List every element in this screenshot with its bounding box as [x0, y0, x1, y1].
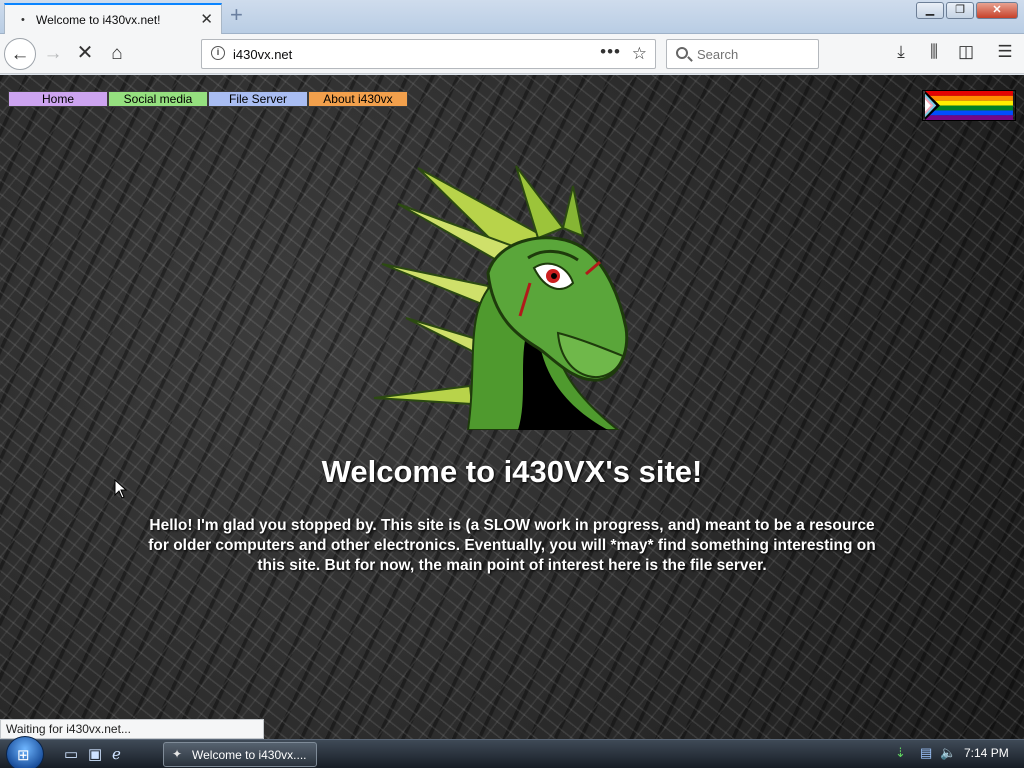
browser-window-icon: ✦ — [172, 747, 183, 761]
switch-windows-icon[interactable]: ▣ — [88, 745, 102, 763]
windows-taskbar: ⊞ ▭ ▣ ℯ ✦ Welcome to i430vx.... ⇣ ▤ 🔈 7:… — [0, 736, 1024, 768]
search-bar[interactable]: Search — [666, 39, 819, 69]
address-bar[interactable]: i i430vx.net ••• ☆ — [201, 39, 656, 69]
windows-logo-icon: ⊞ — [17, 747, 30, 764]
site-info-icon[interactable]: i — [211, 46, 225, 60]
close-window-button[interactable]: ✕ — [976, 2, 1018, 19]
search-icon — [676, 47, 688, 59]
sidebar-icon[interactable]: ◫ — [954, 42, 978, 62]
taskbar-browser-window[interactable]: ✦ Welcome to i430vx.... — [163, 742, 317, 767]
nav-home-link[interactable]: Home — [8, 91, 108, 107]
volume-muted-tray-icon[interactable]: 🔈 — [940, 745, 956, 761]
web-page: Home Social media File Server About i430… — [0, 75, 1024, 739]
nav-file-server-link[interactable]: File Server — [208, 91, 308, 107]
close-tab-icon[interactable]: ✕ — [200, 10, 213, 28]
url-text[interactable]: i430vx.net — [233, 47, 292, 62]
restore-button[interactable]: ❐ — [946, 2, 974, 19]
home-button[interactable]: ⌂ — [101, 38, 133, 70]
mouse-cursor-icon — [114, 479, 128, 499]
nav-social-media-link[interactable]: Social media — [108, 91, 208, 107]
forward-button[interactable]: → — [37, 38, 69, 70]
tab-title: Welcome to i430vx.net! — [36, 13, 161, 27]
browser-tab[interactable]: • Welcome to i430vx.net! ✕ — [4, 3, 222, 34]
site-nav-menu: Home Social media File Server About i430… — [8, 91, 408, 107]
pride-flag-icon — [922, 90, 1016, 121]
new-tab-icon[interactable]: + — [230, 2, 243, 28]
dragon-mascot-image — [373, 165, 629, 430]
nav-about-link[interactable]: About i430vx — [308, 91, 408, 107]
search-placeholder: Search — [697, 47, 739, 62]
status-bar: Waiting for i430vx.net... — [0, 719, 264, 739]
intro-paragraph: Hello! I'm glad you stopped by. This sit… — [148, 517, 876, 574]
page-heading: Welcome to i430VX's site! — [321, 454, 703, 489]
bookmark-star-icon[interactable]: ☆ — [632, 44, 647, 64]
browser-titlebar: • Welcome to i430vx.net! ✕ + ▁ ❐ ✕ — [0, 0, 1024, 34]
network-tray-icon[interactable]: ▤ — [920, 745, 932, 761]
browser-toolbar: ← → ✕ ⌂ i i430vx.net ••• ☆ Search ⤓ ⫼ ◫ … — [0, 34, 1024, 74]
taskbar-task-label: Welcome to i430vx.... — [192, 748, 307, 762]
tab-loading-icon: • — [21, 14, 25, 26]
show-desktop-icon[interactable]: ▭ — [64, 745, 78, 763]
page-actions-icon[interactable]: ••• — [600, 42, 621, 62]
taskbar-clock[interactable]: 7:14 PM — [964, 746, 1009, 760]
downloads-icon[interactable]: ⤓ — [889, 42, 913, 62]
minimize-button[interactable]: ▁ — [916, 2, 944, 19]
internet-explorer-icon[interactable]: ℯ — [112, 745, 121, 763]
window-controls: ▁ ❐ ✕ — [916, 2, 1018, 19]
start-button[interactable]: ⊞ — [6, 736, 44, 768]
library-icon[interactable]: ⫼ — [922, 42, 946, 62]
back-button[interactable]: ← — [4, 38, 36, 70]
update-tray-icon[interactable]: ⇣ — [895, 745, 906, 761]
stop-loading-button[interactable]: ✕ — [69, 38, 101, 70]
menu-icon[interactable]: ☰ — [993, 42, 1017, 62]
